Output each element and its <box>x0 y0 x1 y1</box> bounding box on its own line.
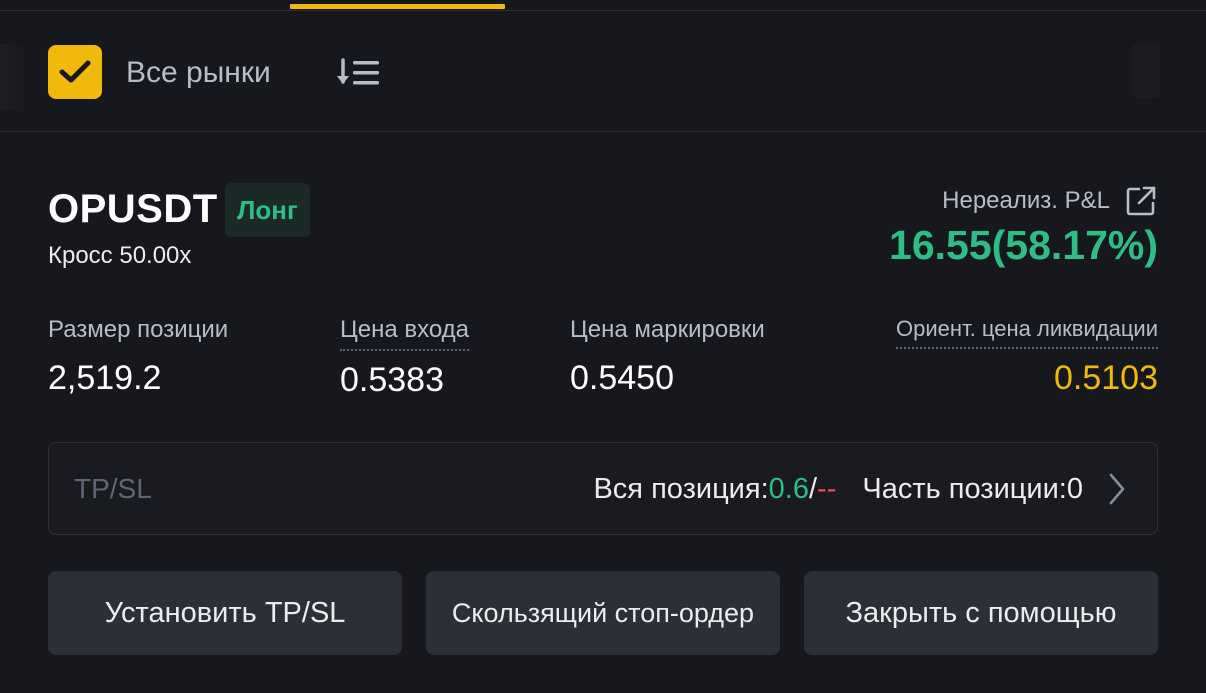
tpsl-summary: Вся позиция: 0.6 / -- Часть позиции: 0 <box>593 472 1127 506</box>
scroll-fade-right <box>1132 44 1160 98</box>
check-icon <box>59 60 91 83</box>
filter-bar: Все рынки <box>0 12 1206 132</box>
position-symbol[interactable]: OPUSDT <box>48 187 218 232</box>
position-panel: Все рынки OPUSDT Лонг Кросс 50.00x Нереа… <box>0 0 1206 693</box>
chevron-right-icon <box>1109 473 1125 505</box>
entry-price-value: 0.5383 <box>340 361 444 399</box>
margin-mode-leverage: Кросс 50.00x <box>48 242 192 269</box>
share-icon[interactable] <box>1124 184 1158 218</box>
unrealized-pnl-label: Нереализ. P&L <box>942 187 1110 214</box>
all-markets-label[interactable]: Все рынки <box>126 56 271 90</box>
mark-price-value: 0.5450 <box>570 359 674 397</box>
tab-strip <box>0 0 1206 11</box>
unrealized-pnl-value: 16.55(58.17%) <box>889 222 1158 268</box>
pnl-header: Нереализ. P&L <box>942 184 1158 218</box>
all-markets-checkbox[interactable] <box>48 45 102 99</box>
trailing-stop-button[interactable]: Скользящий стоп-ордер <box>426 571 780 655</box>
active-tab-indicator <box>290 4 505 9</box>
stat-mark-price: Цена маркировки 0.5450 <box>570 316 765 398</box>
full-position-sl-value: -- <box>817 472 837 505</box>
sort-icon[interactable] <box>336 58 382 88</box>
tp-sl-separator: / <box>808 472 818 505</box>
partial-position-value: 0 <box>1066 472 1083 505</box>
partial-position-label: Часть позиции: <box>862 472 1067 505</box>
entry-price-label[interactable]: Цена входа <box>340 316 470 351</box>
stat-position-size: Размер позиции 2,519.2 <box>48 316 228 398</box>
close-with-button[interactable]: Закрыть с помощью <box>804 571 1158 655</box>
stat-liquidation-price: Ориент. цена ликвидации 0.5103 <box>896 316 1158 398</box>
scroll-fade-left <box>0 44 26 110</box>
set-tpsl-button[interactable]: Установить TP/SL <box>48 571 402 655</box>
position-size-label: Размер позиции <box>48 316 229 343</box>
tpsl-row[interactable]: TP/SL Вся позиция: 0.6 / -- Часть позици… <box>48 442 1158 535</box>
stat-entry-price: Цена входа 0.5383 <box>340 316 470 400</box>
full-position-label: Вся позиция: <box>593 472 769 505</box>
position-size-value: 2,519.2 <box>48 359 162 397</box>
tpsl-label: TP/SL <box>74 473 152 504</box>
liquidation-price-label[interactable]: Ориент. цена ликвидации <box>896 316 1158 349</box>
position-side-badge: Лонг <box>225 183 310 237</box>
mark-price-label: Цена маркировки <box>570 316 765 343</box>
full-position-tp-value: 0.6 <box>768 472 809 505</box>
liquidation-price-value: 0.5103 <box>1054 359 1158 397</box>
